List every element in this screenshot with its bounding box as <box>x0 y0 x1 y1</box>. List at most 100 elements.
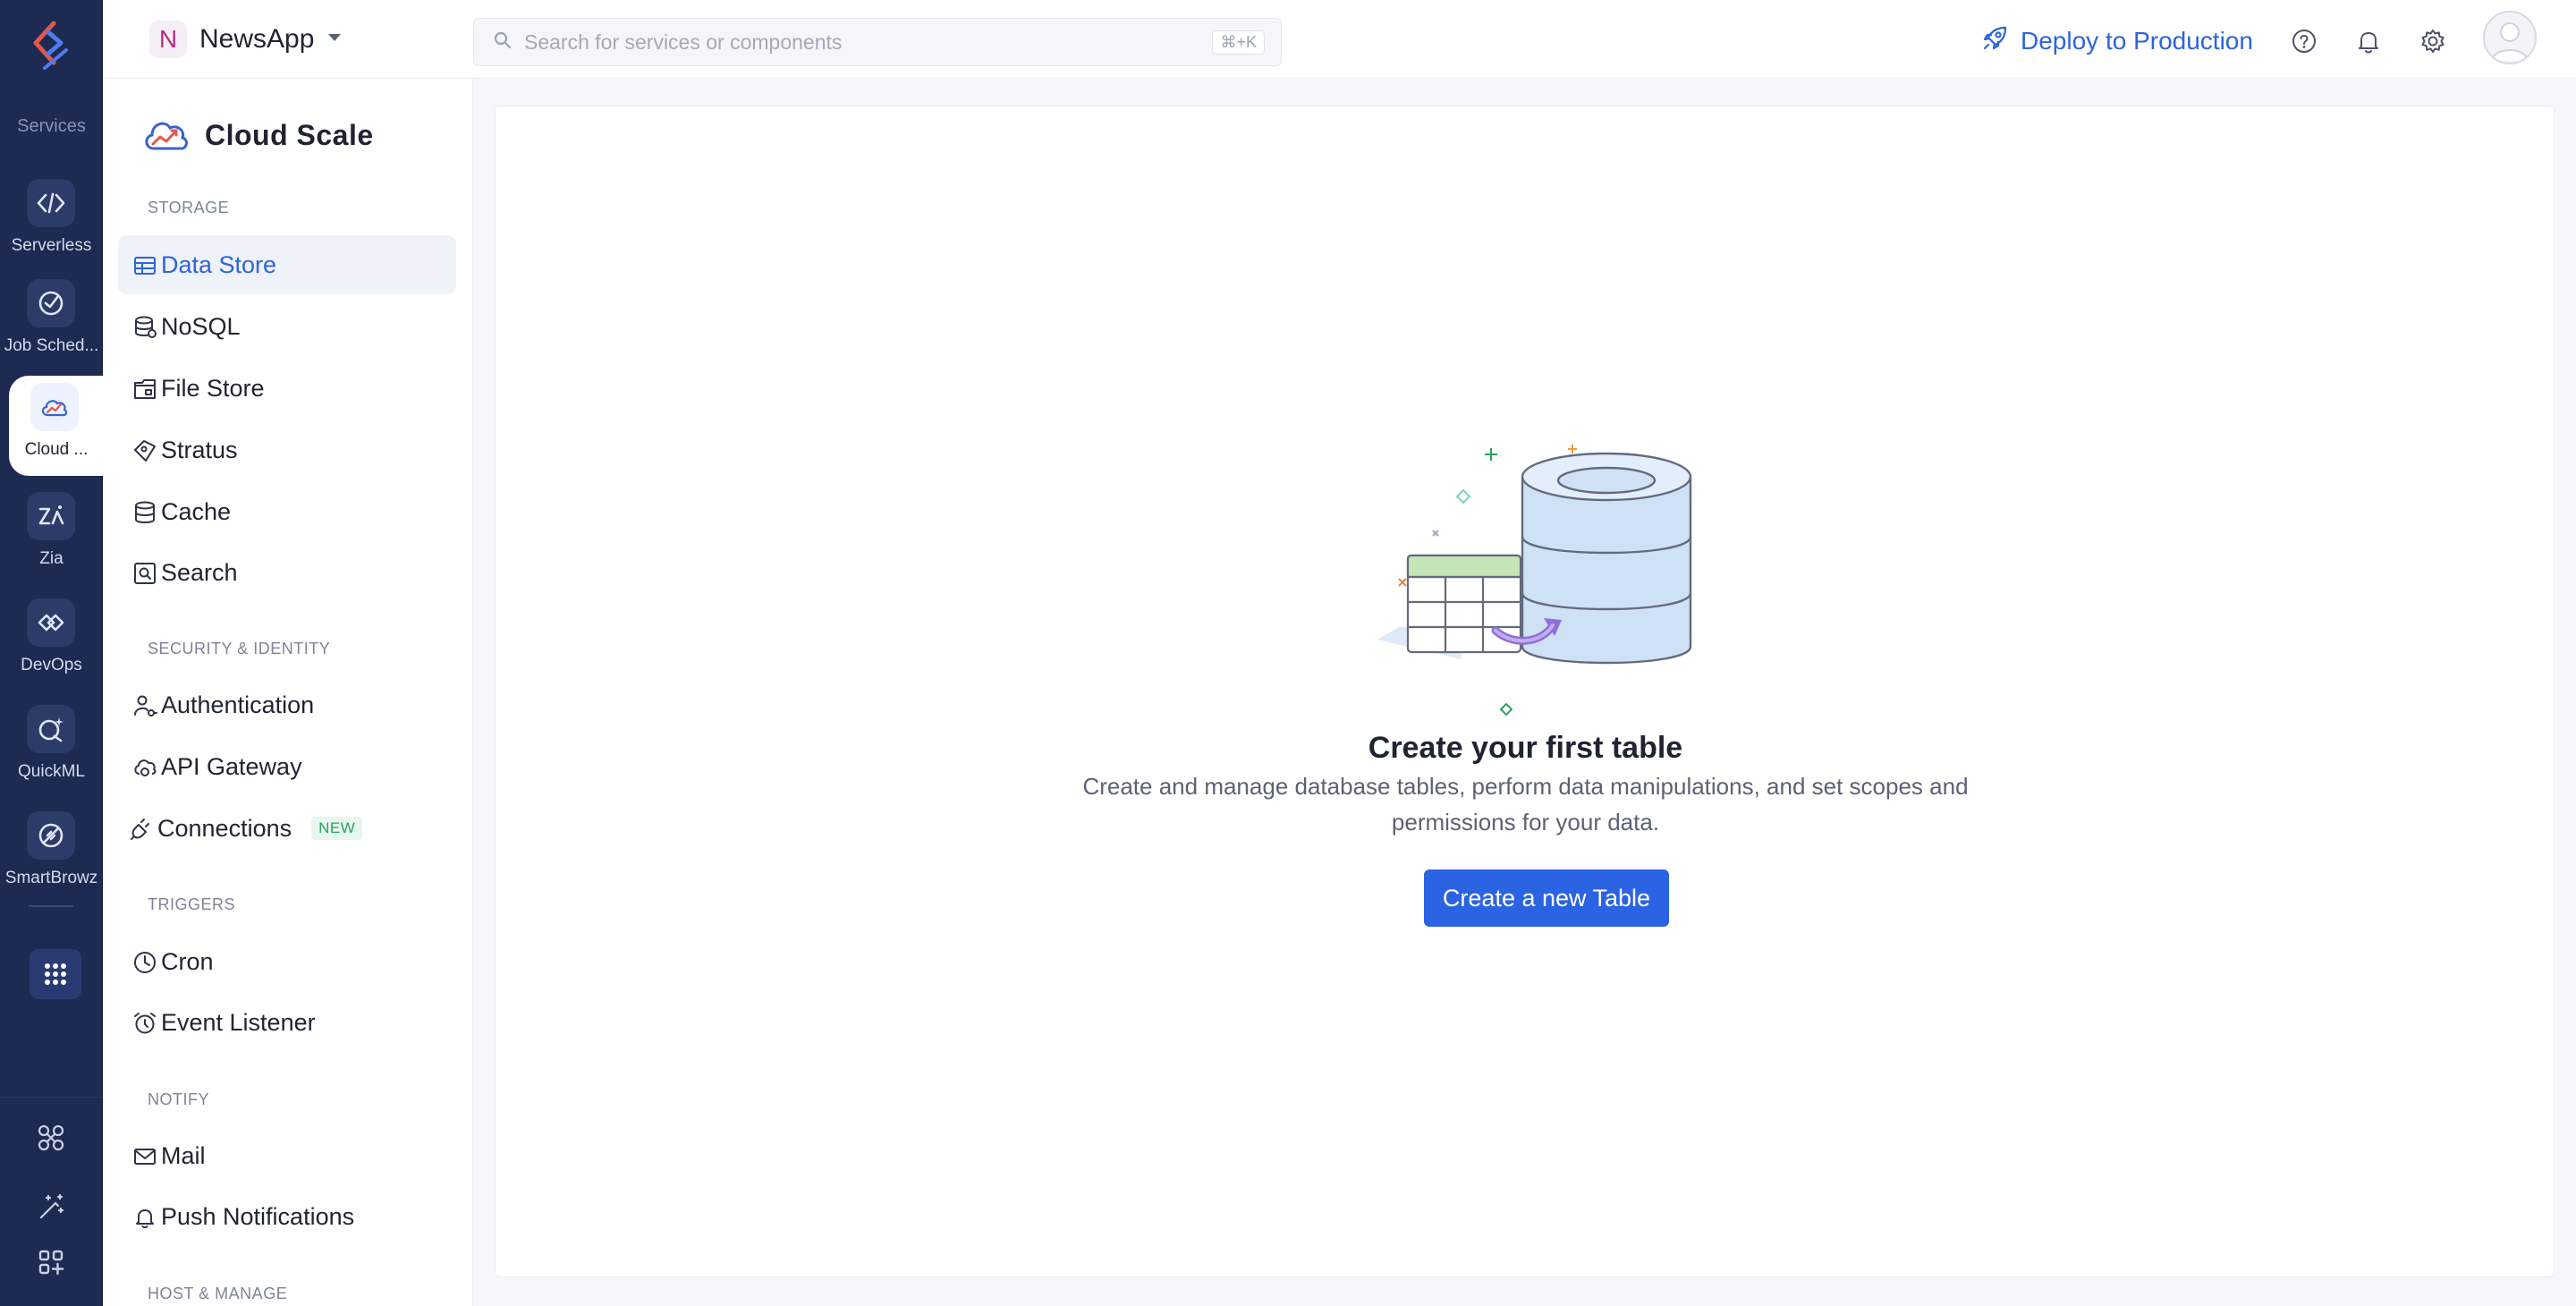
project-name: NewsApp <box>199 24 315 54</box>
sidebar-item-api-gateway[interactable]: API Gateway <box>118 737 456 796</box>
sidebar-item-label: Event Listener <box>161 1008 316 1036</box>
smartbrowz-icon <box>27 811 75 860</box>
sidebar-item-label: Cron <box>161 947 214 975</box>
rail-divider <box>29 905 73 907</box>
mail-icon <box>132 1144 157 1169</box>
top-bar: N NewsApp Search for services or compone… <box>103 0 2576 79</box>
section-heading-notify: NOTIFY <box>148 1090 209 1108</box>
nosql-icon <box>132 315 157 340</box>
sidebar-item-label: Connections <box>157 814 292 842</box>
database-icon <box>132 500 157 525</box>
sidebar-item-search[interactable]: Search <box>118 543 456 602</box>
user-avatar[interactable] <box>2483 11 2537 64</box>
deploy-to-production-button[interactable]: Deploy to Production <box>1981 21 2253 61</box>
sidebar-title-text: Cloud Scale <box>205 119 374 151</box>
services-rail: Services Serverless Job Sched... Cloud .… <box>0 0 104 1306</box>
rail-heading: Services <box>17 116 86 136</box>
search-icon <box>494 31 512 54</box>
deploy-label: Deploy to Production <box>2021 27 2253 55</box>
rail-item-label: Job Sched... <box>4 336 99 355</box>
rail-item-label: SmartBrowz <box>4 869 98 887</box>
empty-state-description: Create and manage database tables, perfo… <box>1082 773 1969 835</box>
rail-item-zia[interactable]: Zia <box>0 485 103 585</box>
help-icon[interactable] <box>2286 23 2322 59</box>
cloud-scale-sidebar: Cloud Scale STORAGE Data Store NoSQL Fil… <box>103 79 473 1306</box>
rail-item-smartbrowz[interactable]: SmartBrowz <box>0 804 103 904</box>
rail-item-label: Serverless <box>11 236 92 255</box>
sidebar-item-cron[interactable]: Cron <box>118 932 456 991</box>
sidebar-title: Cloud Scale <box>142 113 374 158</box>
search-placeholder: Search for services or components <box>524 30 843 54</box>
table-icon <box>132 253 157 278</box>
rail-bottom-separator <box>0 1097 103 1098</box>
sidebar-item-label: NoSQL <box>161 312 241 340</box>
plug-icon <box>129 817 154 842</box>
rail-item-devops[interactable]: DevOps <box>0 591 103 691</box>
cloud-scale-icon <box>30 383 79 431</box>
caret-down-icon <box>326 31 343 47</box>
new-badge: NEW <box>311 817 363 840</box>
main-content: Create your first table Create and manag… <box>473 79 2576 1306</box>
database-table-illustration <box>1345 425 1721 801</box>
quickml-icon <box>27 705 75 753</box>
bucket-icon <box>132 438 157 463</box>
bell-icon[interactable] <box>2351 23 2386 59</box>
gear-icon[interactable] <box>2415 23 2451 59</box>
rocket-icon <box>1981 25 2008 58</box>
rail-item-label: DevOps <box>21 656 82 674</box>
sidebar-item-data-store[interactable]: Data Store <box>118 235 456 294</box>
user-key-icon <box>132 693 157 718</box>
rail-item-label: QuickML <box>18 762 85 781</box>
serverless-icon <box>27 179 75 227</box>
alarm-icon <box>132 1011 157 1036</box>
sidebar-item-label: Data Store <box>161 250 277 278</box>
project-avatar: N <box>149 21 187 58</box>
section-heading-security-identity: SECURITY & IDENTITY <box>148 640 331 657</box>
add-widget-icon[interactable] <box>31 1242 71 1282</box>
global-search-input[interactable]: Search for services or components ⌘+K <box>473 18 1282 66</box>
rail-item-job-scheduling[interactable]: Job Sched... <box>0 272 103 372</box>
search-box-icon <box>132 561 157 586</box>
create-new-table-button[interactable]: Create a new Table <box>1424 869 1669 927</box>
sidebar-item-stratus[interactable]: Stratus <box>118 420 456 479</box>
search-shortcut-hint: ⌘+K <box>1212 30 1265 55</box>
project-switcher[interactable]: N NewsApp <box>149 20 343 59</box>
devops-icon <box>27 598 75 647</box>
section-heading-triggers: TRIGGERS <box>148 895 236 913</box>
rail-item-quickml[interactable]: QuickML <box>0 698 103 798</box>
sidebar-item-file-store[interactable]: File Store <box>118 359 456 418</box>
sidebar-item-label: Mail <box>161 1141 206 1169</box>
sidebar-item-mail[interactable]: Mail <box>118 1126 456 1185</box>
magic-wand-icon[interactable] <box>31 1187 71 1226</box>
catalyst-logo-icon[interactable] <box>27 18 75 72</box>
clock-icon <box>132 950 157 975</box>
gateway-icon <box>132 755 157 780</box>
bell-icon <box>132 1205 157 1230</box>
empty-state-card: Create your first table Create and manag… <box>495 106 2555 1277</box>
sidebar-item-label: Stratus <box>161 436 238 463</box>
sidebar-item-cache[interactable]: Cache <box>118 482 456 541</box>
sidebar-item-event-listener[interactable]: Event Listener <box>118 993 456 1052</box>
empty-state-title: Create your first table <box>1368 731 1683 765</box>
sidebar-item-label: Authentication <box>161 691 315 718</box>
sidebar-item-label: Cache <box>161 497 232 525</box>
rail-item-serverless[interactable]: Serverless <box>0 172 103 272</box>
sidebar-item-label: Search <box>161 558 238 586</box>
sidebar-item-label: API Gateway <box>161 752 302 780</box>
sidebar-item-connections[interactable]: Connections NEW <box>118 799 456 858</box>
sidebar-item-authentication[interactable]: Authentication <box>118 675 456 734</box>
sidebar-item-label: File Store <box>161 374 265 402</box>
sidebar-item-nosql[interactable]: NoSQL <box>118 297 456 356</box>
zia-icon <box>27 492 75 540</box>
job-scheduling-icon <box>27 279 75 327</box>
cloud-scale-logo-icon <box>142 113 191 158</box>
sidebar-item-push-notifications[interactable]: Push Notifications <box>118 1187 456 1246</box>
rail-item-label: Zia <box>39 549 64 568</box>
folder-icon <box>132 377 157 402</box>
rail-item-cloud-scale[interactable]: Cloud ... <box>9 376 104 476</box>
integrations-icon[interactable] <box>31 1118 71 1158</box>
section-heading-host-manage: HOST & MANAGE <box>148 1285 288 1302</box>
rail-item-label: Cloud ... <box>24 440 89 459</box>
sidebar-item-label: Push Notifications <box>161 1202 355 1230</box>
all-services-grid-icon[interactable] <box>30 949 81 999</box>
